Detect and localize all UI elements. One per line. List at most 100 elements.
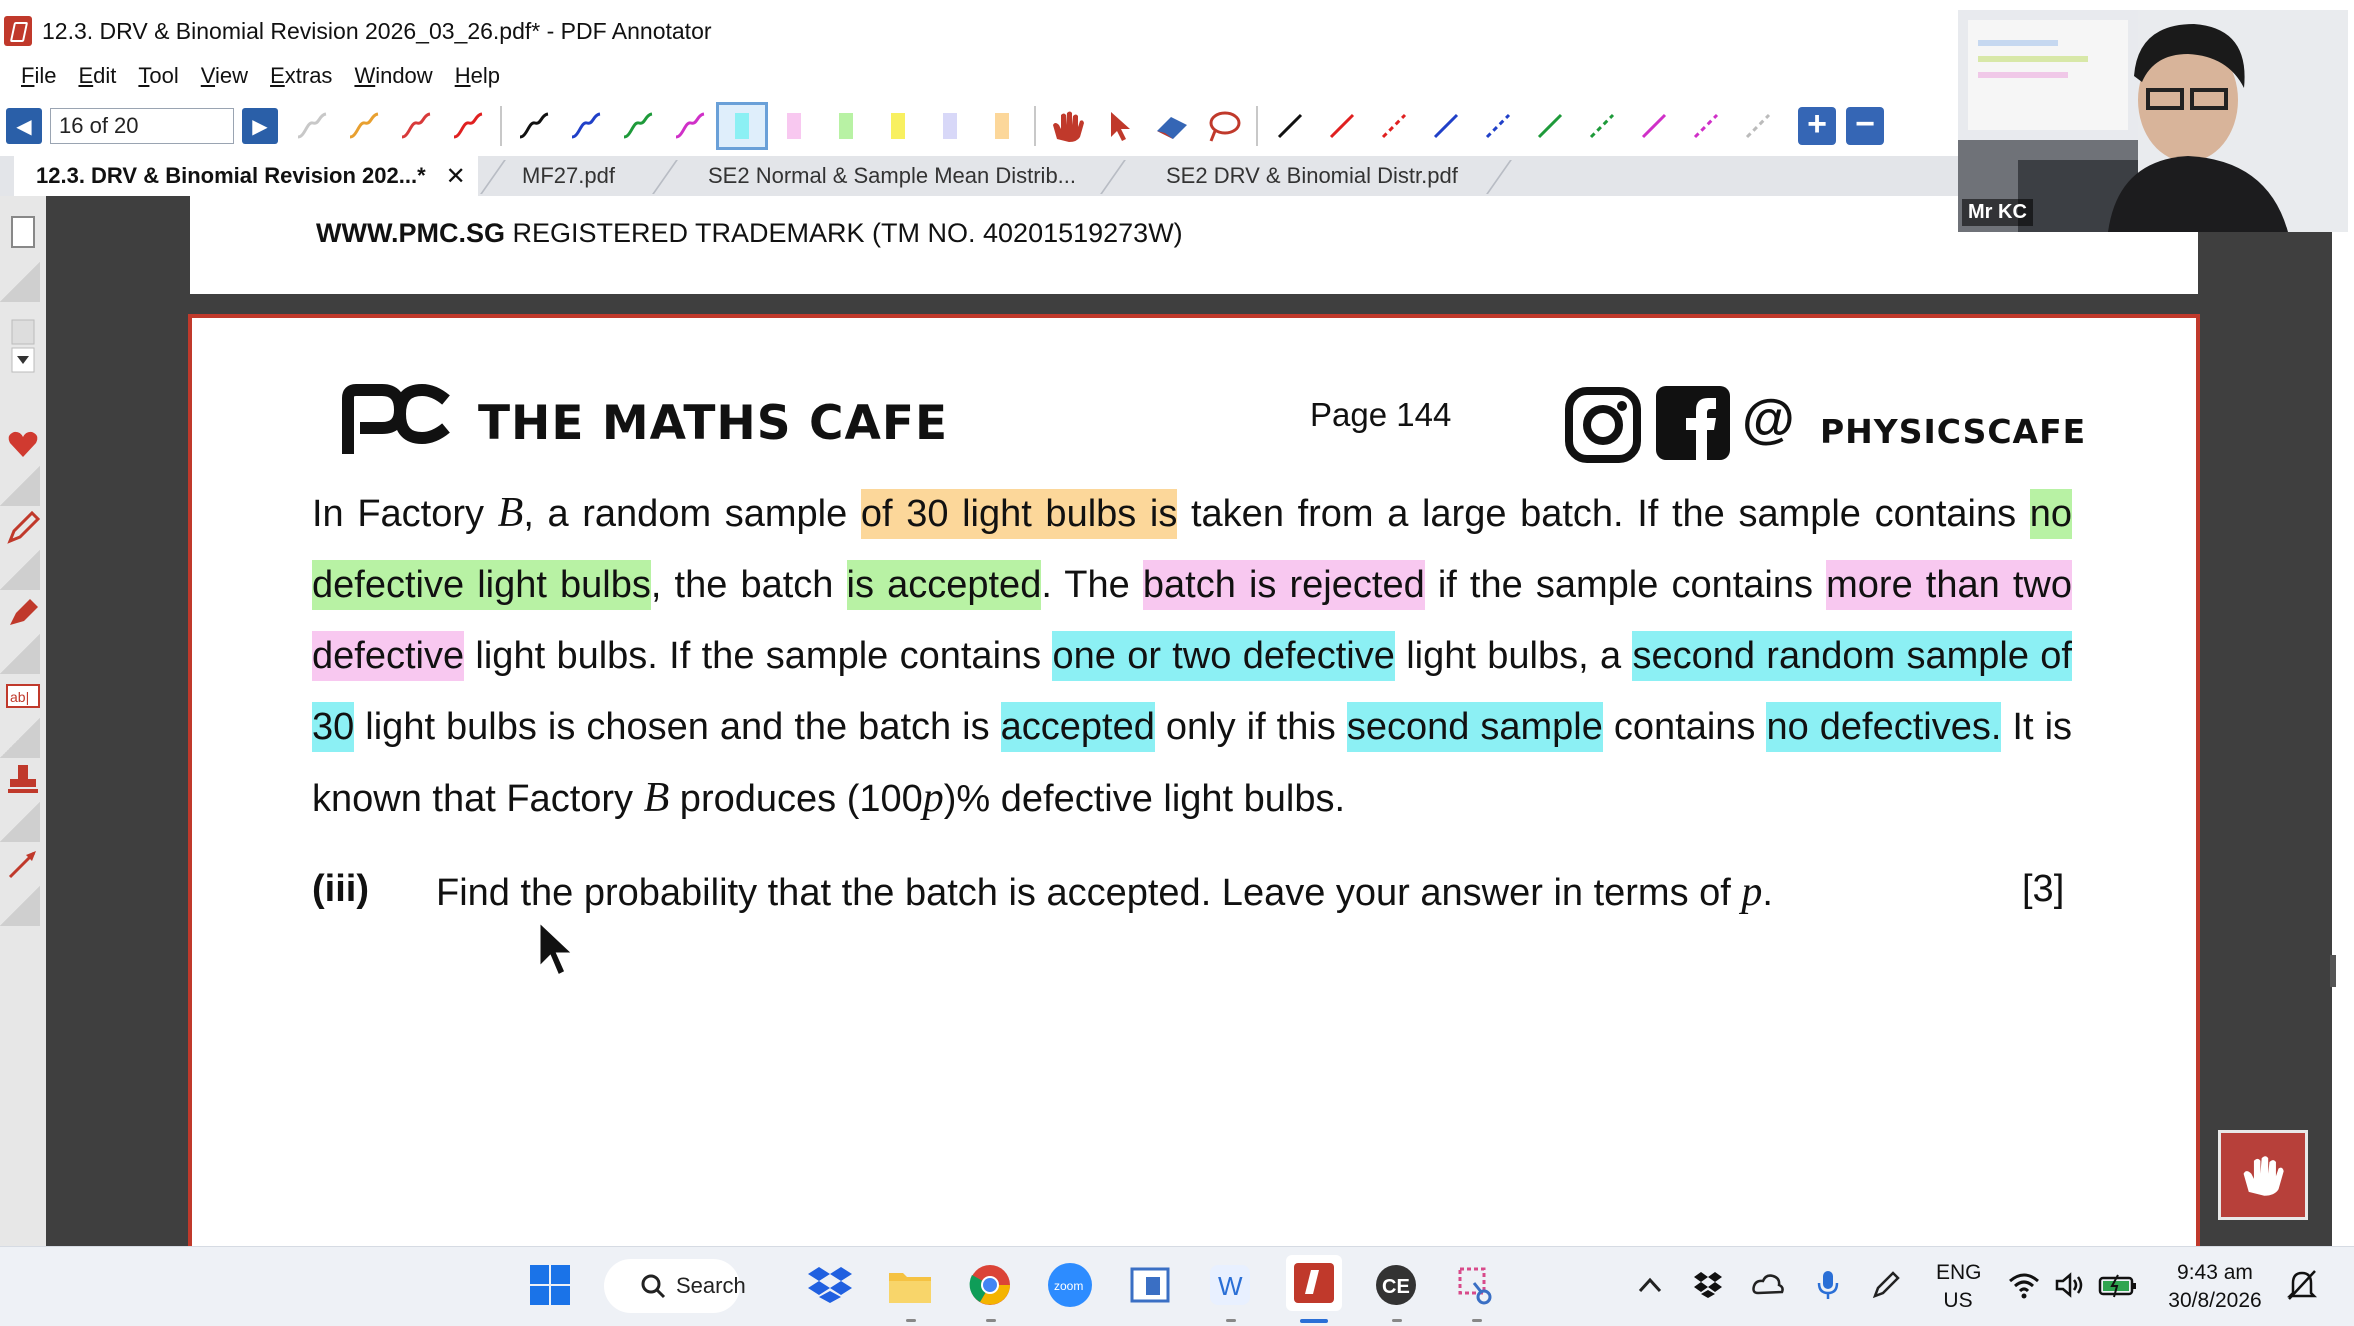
show-hidden-icons-button[interactable] — [1630, 1261, 1670, 1309]
pen-light-gray-tool[interactable] — [286, 102, 338, 150]
tray-pen[interactable] — [1866, 1261, 1906, 1309]
chrome-taskbar-button[interactable] — [966, 1261, 1014, 1309]
facebook-icon — [1656, 386, 1730, 460]
pen-icon — [7, 511, 40, 544]
tray-volume[interactable] — [2050, 1261, 2090, 1309]
lasso-tool[interactable] — [1198, 102, 1250, 150]
menu-help[interactable]: Help — [444, 63, 511, 89]
scroll-control[interactable] — [4, 316, 42, 376]
svg-text:CE: CE — [1382, 1276, 1410, 1298]
select-tool[interactable] — [1094, 102, 1146, 150]
title-bar: 12.3. DRV & Binomial Revision 2026_03_26… — [0, 0, 1958, 62]
highlight-pink[interactable]: batch is rejected — [1142, 560, 1425, 610]
favorites-button[interactable] — [4, 422, 42, 466]
fold-decoration — [0, 634, 40, 674]
dropbox-taskbar-button[interactable] — [806, 1261, 854, 1309]
hand-tool[interactable] — [1042, 102, 1094, 150]
file-explorer-taskbar-button[interactable] — [886, 1261, 934, 1309]
right-scroll-gutter[interactable] — [2332, 196, 2354, 1246]
highlight-orange[interactable]: of 30 light bulbs is — [860, 489, 1178, 539]
highlighter-pink-tool[interactable] — [768, 102, 820, 150]
menu-file[interactable]: File — [10, 63, 67, 89]
line-blue-tool[interactable] — [1420, 102, 1472, 150]
tray-wifi[interactable] — [2004, 1261, 2044, 1309]
dashed-line-blue-tool[interactable] — [1472, 102, 1524, 150]
snipping-tool-taskbar-button[interactable] — [1452, 1261, 1500, 1309]
highlight-cyan[interactable]: accepted — [1000, 702, 1155, 752]
highlight-cyan[interactable]: one or two defective — [1052, 631, 1395, 681]
running-indicator — [906, 1319, 916, 1322]
page-thumbnail-button[interactable] — [4, 210, 42, 254]
notifications-button[interactable] — [2282, 1261, 2322, 1309]
tab-mf27[interactable]: MF27.pdf — [500, 156, 660, 196]
dashed-line-magenta-tool[interactable] — [1680, 102, 1732, 150]
ce-taskbar-button[interactable]: CE — [1372, 1261, 1420, 1309]
dashed-line-red-tool[interactable] — [1368, 102, 1420, 150]
highlighter-orange-tool[interactable] — [976, 102, 1028, 150]
pen-orange-tool[interactable] — [338, 102, 390, 150]
pen-green-tool[interactable] — [612, 102, 664, 150]
arrow-side-tool[interactable] — [4, 842, 42, 886]
pen-blue-tool[interactable] — [560, 102, 612, 150]
highlighter-yellow-tool[interactable] — [872, 102, 924, 150]
window-title: 12.3. DRV & Binomial Revision 2026_03_26… — [42, 17, 712, 44]
pdf-annotator-app-icon[interactable] — [4, 16, 32, 46]
highlighter-side-tool[interactable] — [4, 590, 42, 634]
running-indicator — [986, 1319, 996, 1322]
zoom-taskbar-button[interactable]: zoom — [1046, 1261, 1094, 1309]
tray-dropbox[interactable] — [1688, 1261, 1728, 1309]
dashed-line-green-tool[interactable] — [1576, 102, 1628, 150]
tray-onedrive[interactable] — [1748, 1261, 1788, 1309]
whiteboard-taskbar-button[interactable]: W — [1206, 1261, 1254, 1309]
menu-edit[interactable]: Edit — [67, 63, 127, 89]
tab-drv-binomial-revision[interactable]: 12.3. DRV & Binomial Revision 202...* ✕ — [14, 156, 478, 196]
input-language[interactable]: ENG US — [1936, 1259, 1982, 1315]
line-black-tool[interactable] — [1264, 102, 1316, 150]
close-icon[interactable]: ✕ — [446, 162, 466, 191]
app-window-taskbar-button[interactable] — [1126, 1261, 1174, 1309]
highlighter-cyan-tool[interactable] — [716, 102, 768, 150]
at-sign: @ — [1742, 389, 1795, 449]
highlight-cyan[interactable]: no defectives. — [1766, 702, 2002, 752]
start-button[interactable] — [526, 1261, 574, 1309]
stamp-side-tool[interactable] — [4, 758, 42, 802]
tray-battery[interactable] — [2096, 1261, 2140, 1309]
dashed-line-gray-tool[interactable] — [1732, 102, 1784, 150]
document-viewport[interactable]: WWW.PMC.SG REGISTERED TRADEMARK (TM NO. … — [46, 196, 2332, 1246]
tray-microphone[interactable] — [1808, 1261, 1848, 1309]
zoom-out-button[interactable]: − — [1846, 107, 1884, 145]
highlight-green[interactable]: is accepted — [846, 560, 1042, 610]
pen-red-2-tool[interactable] — [442, 102, 494, 150]
previous-page-button[interactable]: ◀ — [6, 108, 42, 144]
search-label: Search — [676, 1273, 746, 1298]
highlighter-lavender-tool[interactable] — [924, 102, 976, 150]
pdf-annotator-taskbar-button[interactable] — [1286, 1255, 1342, 1311]
menu-window[interactable]: Window — [343, 63, 443, 89]
line-magenta-tool[interactable] — [1628, 102, 1680, 150]
triangle-left-icon: ◀ — [16, 115, 32, 138]
part-marks: [3] — [2022, 868, 2065, 910]
taskbar-search[interactable]: Search — [604, 1259, 746, 1313]
tab-se2-normal-sample-mean[interactable]: SE2 Normal & Sample Mean Distrib... — [686, 156, 1086, 196]
vertical-scrollbar-thumb[interactable] — [2330, 955, 2336, 987]
menu-tool[interactable]: Tool — [127, 63, 189, 89]
pen-magenta-tool[interactable] — [664, 102, 716, 150]
raise-hand-button[interactable] — [2218, 1130, 2308, 1220]
pen-red-tool[interactable] — [390, 102, 442, 150]
pen-side-tool[interactable] — [4, 506, 42, 550]
line-red-tool[interactable] — [1316, 102, 1368, 150]
line-green-tool[interactable] — [1524, 102, 1576, 150]
eraser-tool[interactable] — [1146, 102, 1198, 150]
zoom-in-button[interactable]: + — [1798, 107, 1836, 145]
page-number-field[interactable] — [50, 108, 234, 144]
tab-se2-drv-binomial[interactable]: SE2 DRV & Binomial Distr.pdf — [1144, 156, 1524, 196]
clock[interactable]: 9:43 am 30/8/2026 — [2160, 1259, 2270, 1315]
pen-black-tool[interactable] — [508, 102, 560, 150]
next-page-button[interactable]: ▶ — [242, 108, 278, 144]
text-side-tool[interactable]: ab| — [4, 674, 42, 718]
highlight-cyan[interactable]: second sample — [1346, 702, 1603, 752]
highlighter-green-tool[interactable] — [820, 102, 872, 150]
brand-name: THE MATHS CAFE — [478, 396, 949, 451]
menu-view[interactable]: View — [190, 63, 259, 89]
menu-extras[interactable]: Extras — [259, 63, 343, 89]
